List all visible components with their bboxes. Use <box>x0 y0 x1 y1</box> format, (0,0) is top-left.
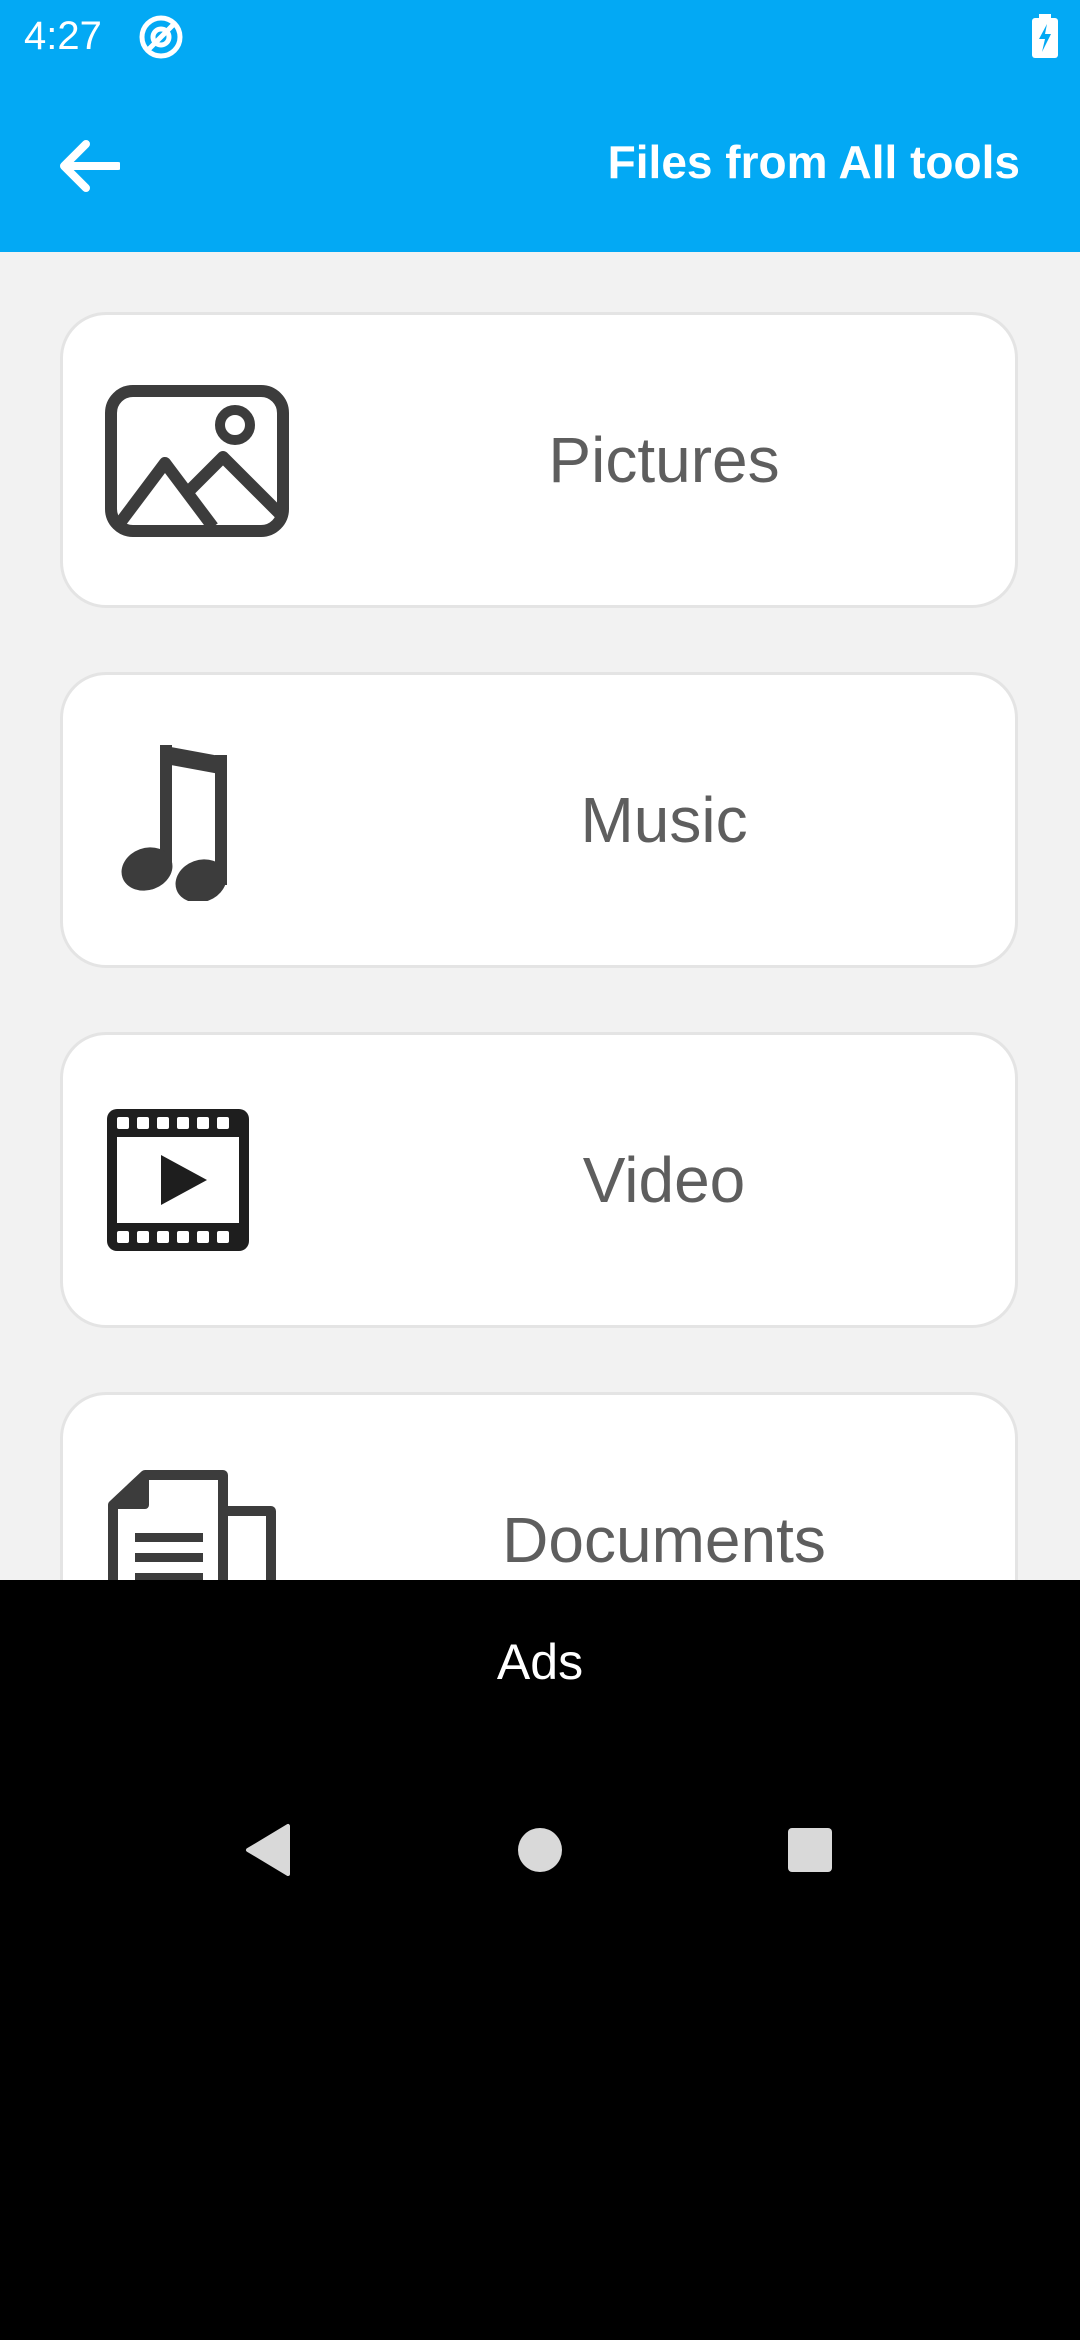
status-bar: 4:27 <box>0 0 1080 72</box>
card-label-video: Video <box>582 1144 746 1216</box>
card-pictures[interactable]: Pictures <box>60 312 1018 608</box>
card-video[interactable]: Video <box>60 1032 1018 1328</box>
nav-back-button[interactable] <box>228 1810 308 1890</box>
category-list: Pictures Music Video Documents <box>0 252 1080 1580</box>
system-nav-bar <box>0 1760 1080 1940</box>
image-icon <box>105 385 289 541</box>
battery-charging-icon <box>1030 14 1060 58</box>
card-label-documents: Documents <box>502 1504 826 1576</box>
location-tracking-icon <box>138 14 184 60</box>
card-label-music: Music <box>580 784 748 856</box>
card-documents[interactable]: Documents <box>60 1392 1018 1580</box>
back-button[interactable] <box>40 118 136 214</box>
card-music[interactable]: Music <box>60 672 1018 968</box>
nav-home-icon <box>518 1828 562 1872</box>
screen: 4:27 Files from All tools Pictures Music… <box>0 0 1080 2340</box>
film-play-icon <box>105 1105 289 1261</box>
arrow-left-icon <box>60 140 120 192</box>
ads-label: Ads <box>496 1634 584 1690</box>
card-label-pictures: Pictures <box>548 424 780 496</box>
documents-icon <box>105 1465 289 1580</box>
nav-home-button[interactable] <box>500 1810 580 1890</box>
nav-recents-button[interactable] <box>770 1810 850 1890</box>
nav-recents-icon <box>788 1828 832 1872</box>
page-title: Files from All tools <box>607 136 1020 188</box>
status-time: 4:27 <box>24 14 102 58</box>
nav-back-icon <box>246 1824 290 1876</box>
music-note-icon <box>105 745 289 901</box>
app-bar: Files from All tools <box>0 72 1080 252</box>
ads-banner[interactable]: Ads <box>0 1580 1080 1760</box>
empty-bottom-area <box>0 1940 1080 2340</box>
